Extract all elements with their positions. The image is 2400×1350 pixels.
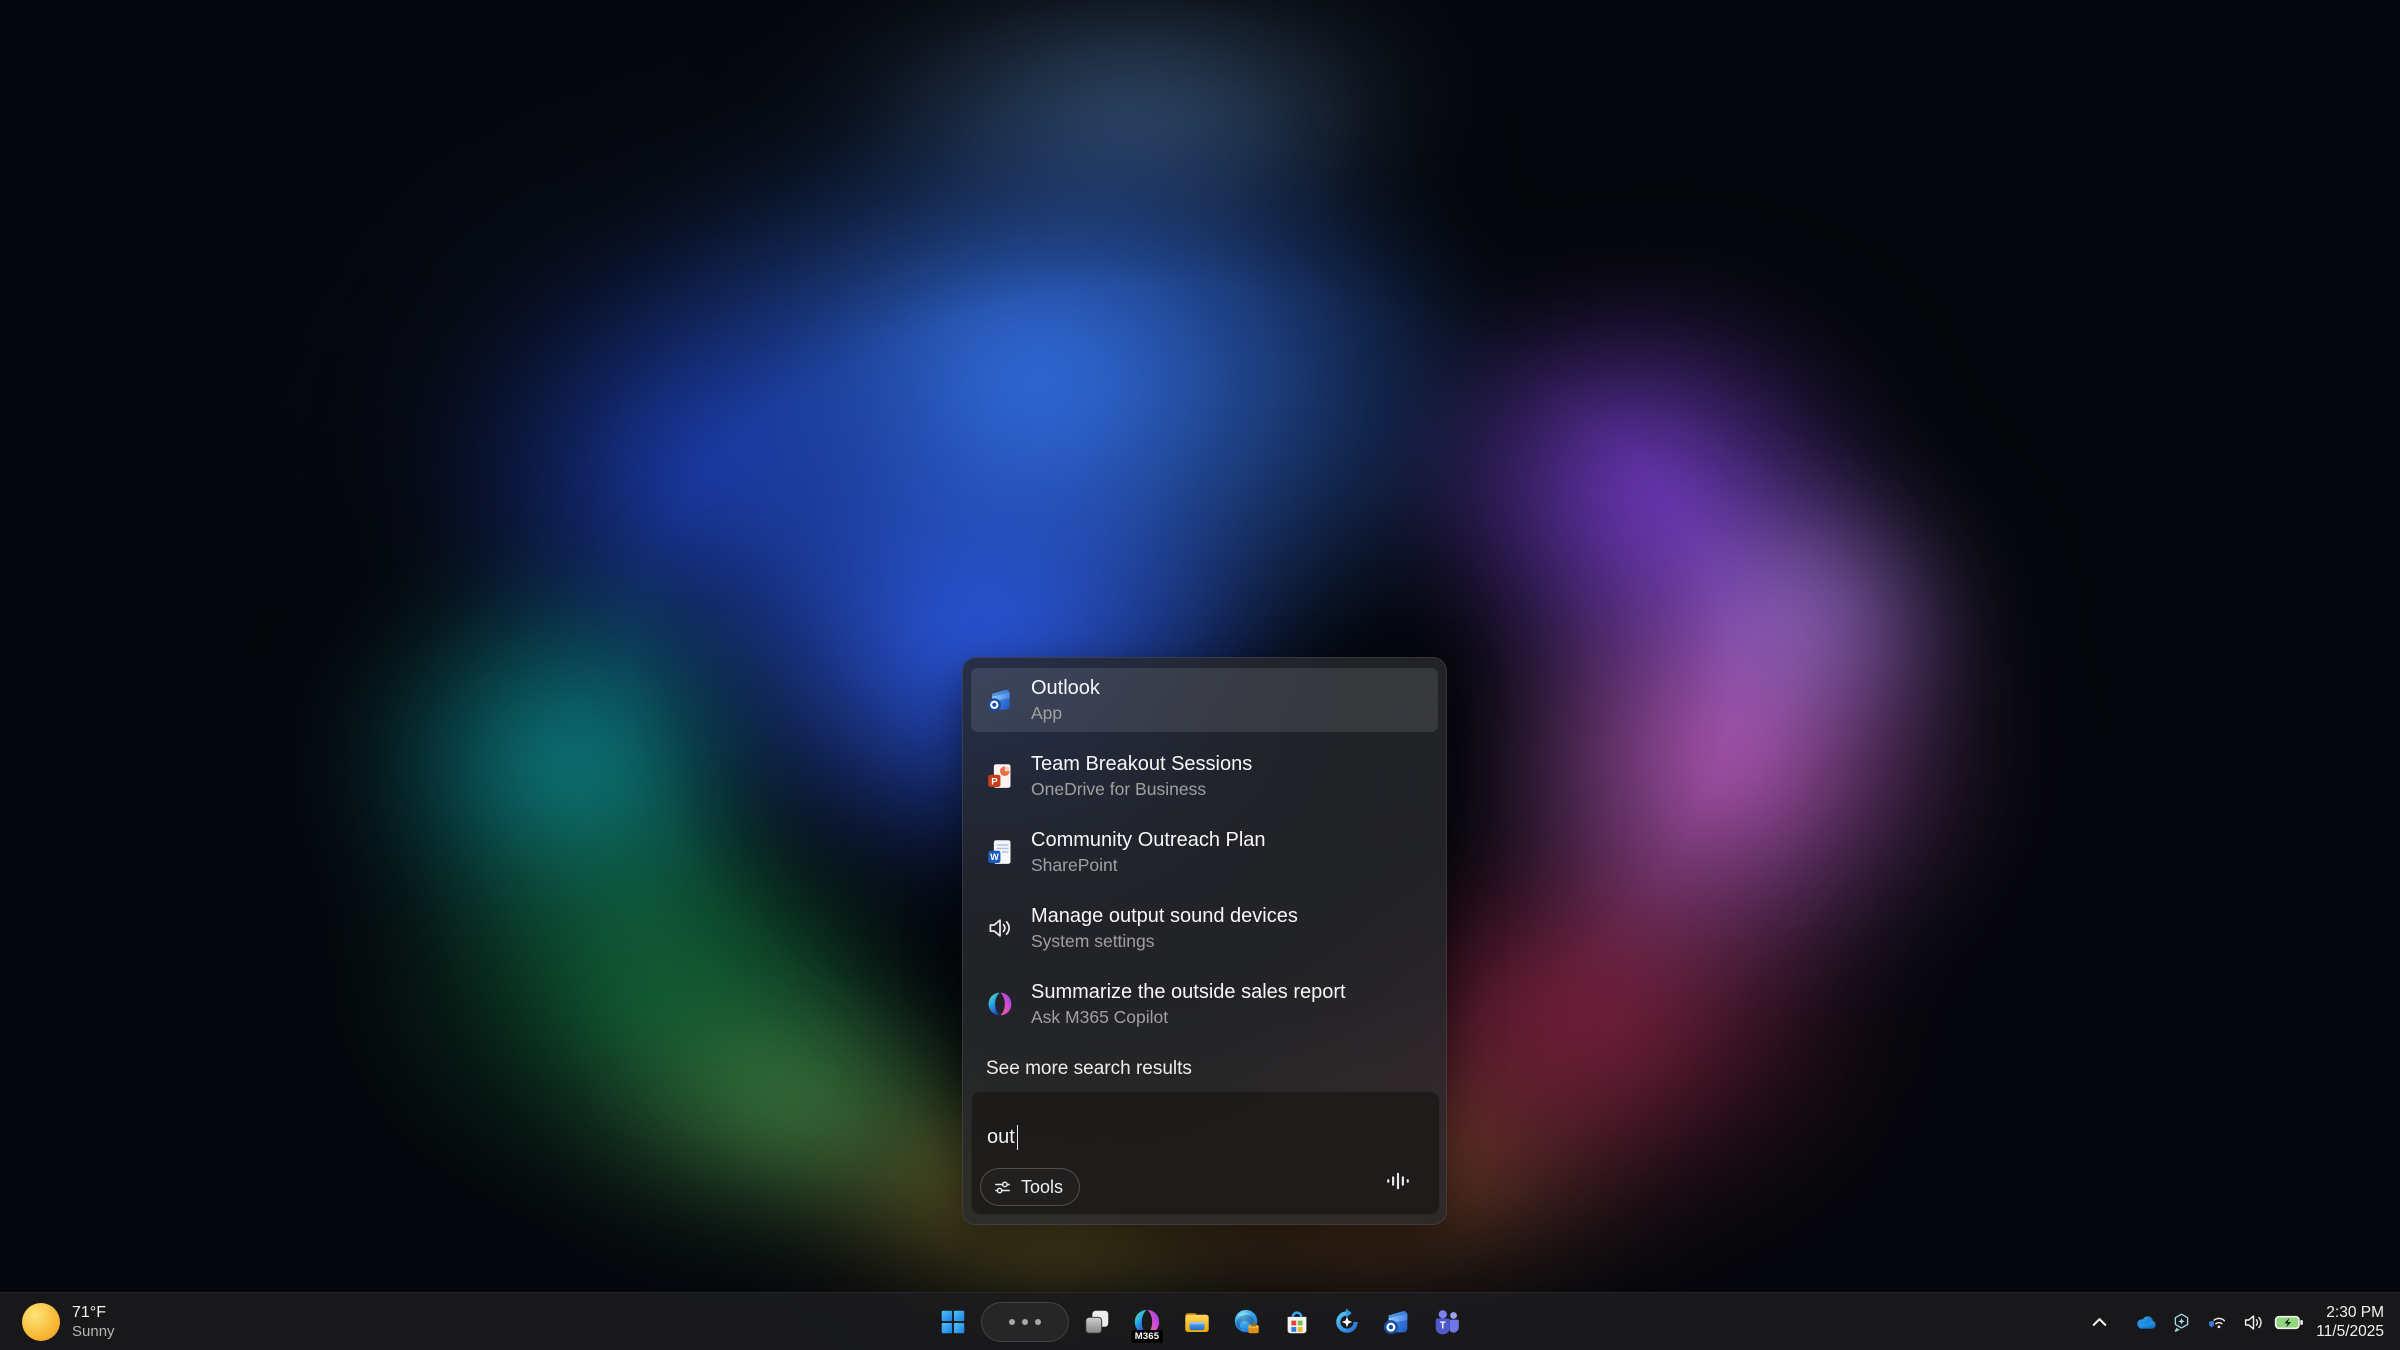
windows-backup-sync-icon [1332, 1307, 1362, 1337]
windows-logo-icon [938, 1307, 968, 1337]
weather-temperature: 71°F [72, 1304, 115, 1322]
loading-dot [1009, 1319, 1015, 1325]
loading-dot [1035, 1319, 1041, 1325]
sun-icon [22, 1303, 60, 1341]
desktop: Outlook App P Team Breakout Sessions One… [0, 0, 2400, 1350]
outlook-icon [1382, 1307, 1412, 1337]
edge-icon [1232, 1307, 1262, 1337]
speaker-icon [985, 913, 1015, 943]
teams-button[interactable]: T [1425, 1300, 1469, 1344]
svg-text:T: T [1440, 1320, 1446, 1331]
search-query-text: out [987, 1126, 1015, 1149]
result-title: Team Breakout Sessions [1031, 753, 1252, 775]
file-explorer-button[interactable] [1175, 1300, 1219, 1344]
m365-badge: M365 [1132, 1330, 1163, 1343]
outlook-icon [985, 685, 1015, 715]
edge-button[interactable] [1225, 1300, 1269, 1344]
search-result-outlook[interactable]: Outlook App [971, 668, 1438, 732]
search-result-copilot-suggestion[interactable]: Summarize the outside sales report Ask M… [971, 972, 1438, 1036]
clock-widget[interactable]: 2:30 PM 11/5/2025 [2316, 1303, 2384, 1341]
onedrive-tray-button[interactable] [2128, 1302, 2162, 1342]
taskbar-search-box[interactable] [981, 1302, 1069, 1342]
teams-icon: T [1432, 1307, 1462, 1337]
windows-studio-effects-icon [2170, 1311, 2193, 1334]
microsoft-store-button[interactable] [1275, 1300, 1319, 1344]
show-hidden-icons-button[interactable] [2082, 1302, 2116, 1342]
search-input[interactable]: out [987, 1125, 1018, 1150]
powerpoint-icon: P [985, 761, 1015, 791]
wifi-secure-icon [2206, 1311, 2229, 1334]
file-explorer-icon [1182, 1307, 1212, 1337]
weather-condition: Sunny [72, 1323, 115, 1340]
see-more-search-results-link[interactable]: See more search results [986, 1058, 1438, 1084]
result-subtitle: Ask M365 Copilot [1031, 1007, 1346, 1027]
network-tray-button[interactable] [2200, 1302, 2234, 1342]
search-result-team-breakout[interactable]: P Team Breakout Sessions OneDrive for Bu… [971, 744, 1438, 808]
text-caret [1017, 1125, 1019, 1150]
microsoft-store-icon [1282, 1307, 1312, 1337]
result-subtitle: SharePoint [1031, 855, 1266, 875]
battery-tray-button[interactable] [2272, 1302, 2306, 1342]
system-tray: 2:30 PM 11/5/2025 [2082, 1293, 2392, 1350]
task-view-button[interactable] [1075, 1300, 1119, 1344]
tools-button[interactable]: Tools [980, 1168, 1080, 1206]
tools-button-label: Tools [1021, 1177, 1063, 1198]
task-view-icon [1082, 1307, 1112, 1337]
m365-copilot-button[interactable]: M365 [1125, 1300, 1169, 1344]
chevron-up-icon [2088, 1311, 2111, 1334]
taskbar: 71°F Sunny [0, 1292, 2400, 1350]
windows-backup-button[interactable] [1325, 1300, 1369, 1344]
result-title: Summarize the outside sales report [1031, 981, 1346, 1003]
search-result-sound-devices[interactable]: Manage output sound devices System setti… [971, 896, 1438, 960]
copilot-icon [985, 989, 1015, 1019]
studio-effects-tray-button[interactable] [2164, 1302, 2198, 1342]
search-result-community-outreach[interactable]: W Community Outreach Plan SharePoint [971, 820, 1438, 884]
sliders-icon [993, 1178, 1012, 1197]
taskbar-center-icons: M365 [931, 1300, 1469, 1344]
result-subtitle: App [1031, 703, 1100, 723]
search-input-box: out Tools [971, 1091, 1440, 1215]
voice-search-button[interactable] [1383, 1166, 1413, 1196]
word-icon: W [985, 837, 1015, 867]
volume-tray-button[interactable] [2236, 1302, 2270, 1342]
speaker-icon [2242, 1311, 2265, 1334]
svg-text:P: P [991, 776, 998, 787]
result-title: Manage output sound devices [1031, 905, 1298, 927]
clock-date: 11/5/2025 [2316, 1322, 2384, 1341]
onedrive-cloud-icon [2134, 1311, 2157, 1334]
loading-dot [1022, 1319, 1028, 1325]
result-subtitle: OneDrive for Business [1031, 779, 1252, 799]
battery-charging-icon [2274, 1311, 2304, 1334]
result-subtitle: System settings [1031, 931, 1298, 951]
voice-waveform-icon [1385, 1168, 1411, 1194]
svg-text:W: W [990, 852, 999, 862]
outlook-button[interactable] [1375, 1300, 1419, 1344]
search-flyout: Outlook App P Team Breakout Sessions One… [962, 657, 1447, 1225]
result-title: Community Outreach Plan [1031, 829, 1266, 851]
clock-time: 2:30 PM [2316, 1303, 2384, 1322]
weather-widget[interactable]: 71°F Sunny [12, 1293, 125, 1350]
start-button[interactable] [931, 1300, 975, 1344]
result-title: Outlook [1031, 677, 1100, 699]
